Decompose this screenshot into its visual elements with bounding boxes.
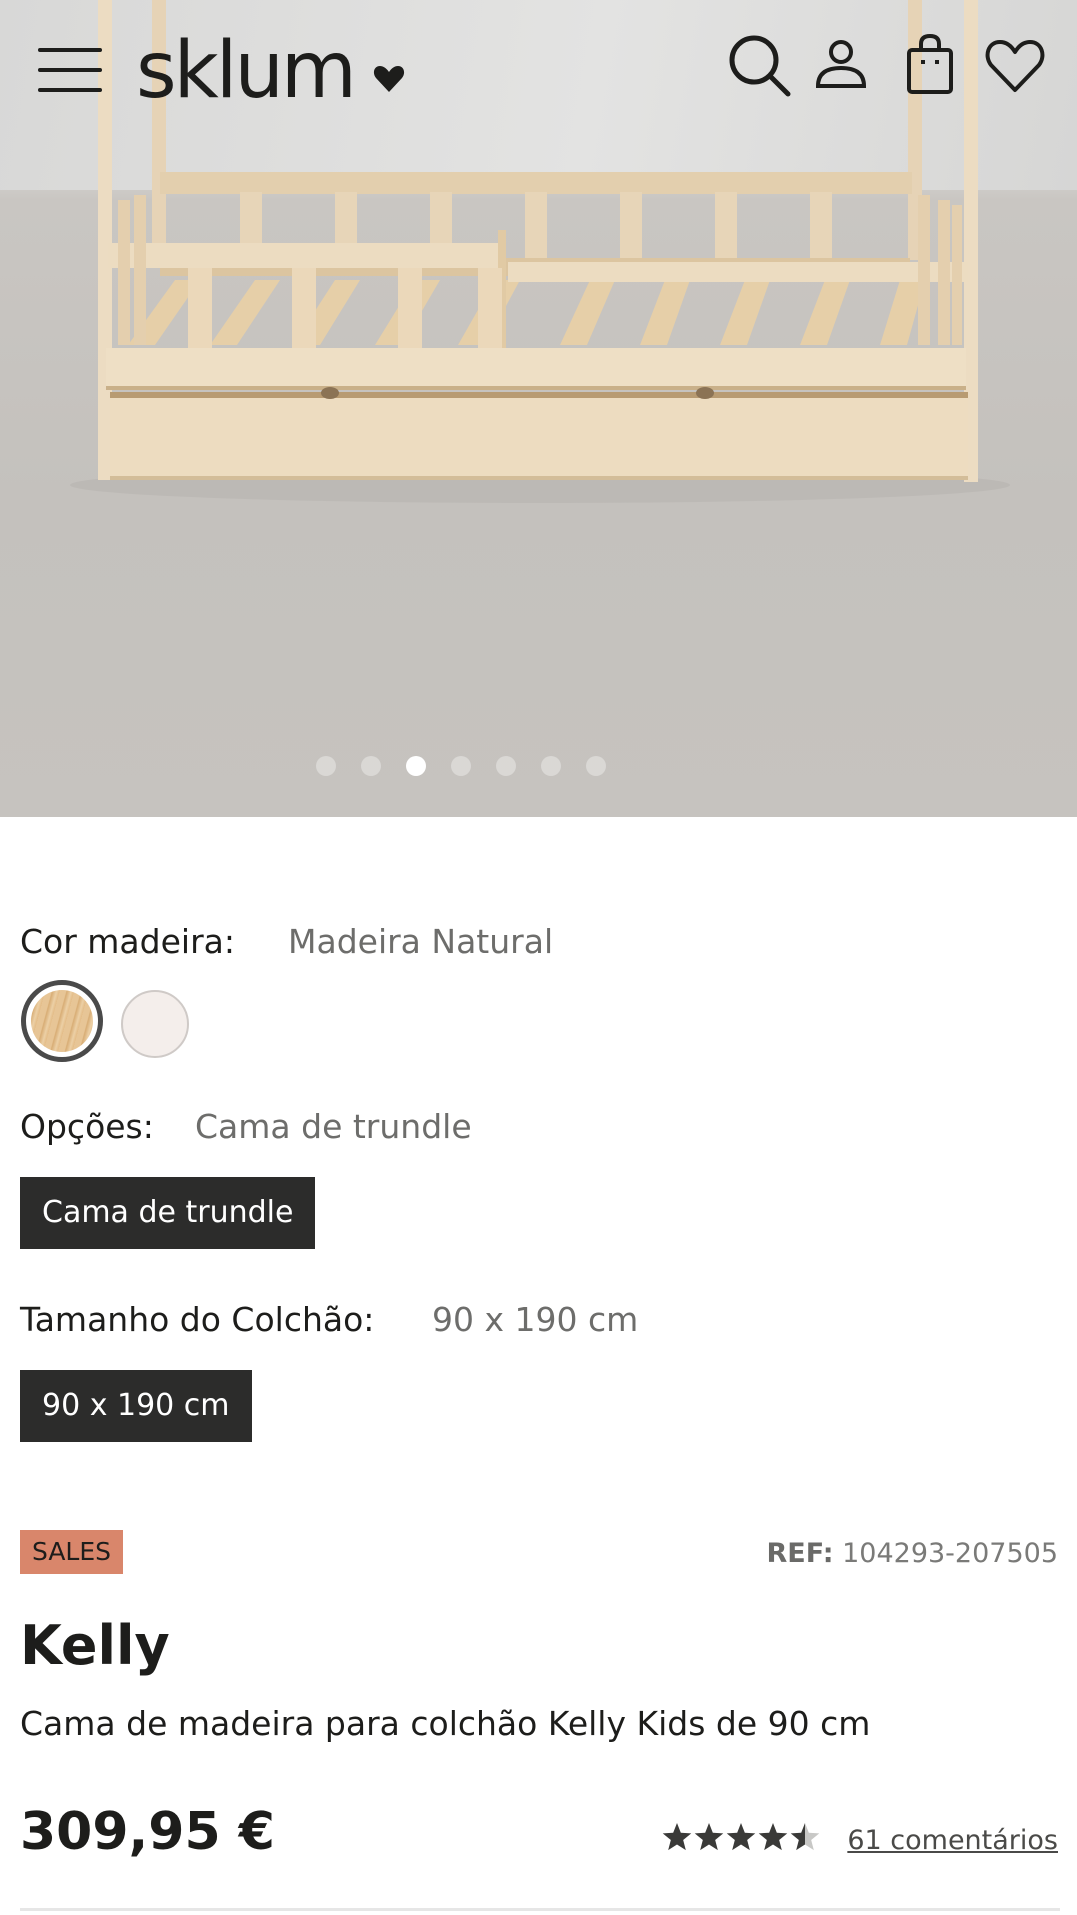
rating-star [790,1823,820,1851]
swatch-white[interactable] [121,990,189,1058]
rating-star [662,1823,692,1851]
product-name: Kelly [20,1614,170,1677]
gallery-dot[interactable] [451,756,471,776]
product-ref: REF: 104293-207505 [767,1538,1058,1569]
bag-icon[interactable] [895,30,965,100]
gallery-dot[interactable] [361,756,381,776]
ref-label: REF: [766,1538,834,1569]
reviews-link[interactable]: 61 comentários [847,1825,1058,1856]
gallery-dot[interactable] [541,756,561,776]
wood-color-label: Cor madeira: [20,922,235,961]
sales-badge: SALES [20,1530,124,1574]
product-price: 309,95 € [20,1802,275,1862]
rating-star [726,1823,756,1851]
divider [20,1908,1060,1911]
menu-icon[interactable] [38,48,102,92]
options-value: Cama de trundle [195,1107,472,1146]
product-image-gallery[interactable]: sklum [0,0,1077,817]
rating-star [758,1823,788,1851]
mattress-chip-90x190[interactable]: 90 x 190 cm [20,1370,252,1442]
option-chip-trundle[interactable]: Cama de trundle [20,1177,316,1249]
rating-star [694,1823,724,1851]
gallery-dot[interactable] [586,756,606,776]
user-icon[interactable] [806,30,876,100]
gallery-dot[interactable] [496,756,516,776]
gallery-dot[interactable] [406,756,426,776]
options-label: Opções: [20,1107,154,1146]
ref-value: 104293-207505 [842,1538,1058,1569]
sklum-logo[interactable]: sklum [136,26,357,116]
search-icon[interactable] [724,30,794,100]
gallery-pagination [0,756,1077,778]
site-header: sklum [0,0,1077,140]
gallery-dot[interactable] [316,756,336,776]
mattress-size-value: 90 x 190 cm [432,1300,639,1339]
mattress-size-label: Tamanho do Colchão: [20,1300,375,1339]
swatch-natural-wood[interactable] [21,980,103,1062]
logo-heart-icon [373,66,405,92]
wishlist-heart-icon[interactable] [980,30,1050,100]
rating-stars [662,1823,820,1851]
wood-color-value: Madeira Natural [288,922,554,961]
product-description: Cama de madeira para colchão Kelly Kids … [20,1704,871,1743]
